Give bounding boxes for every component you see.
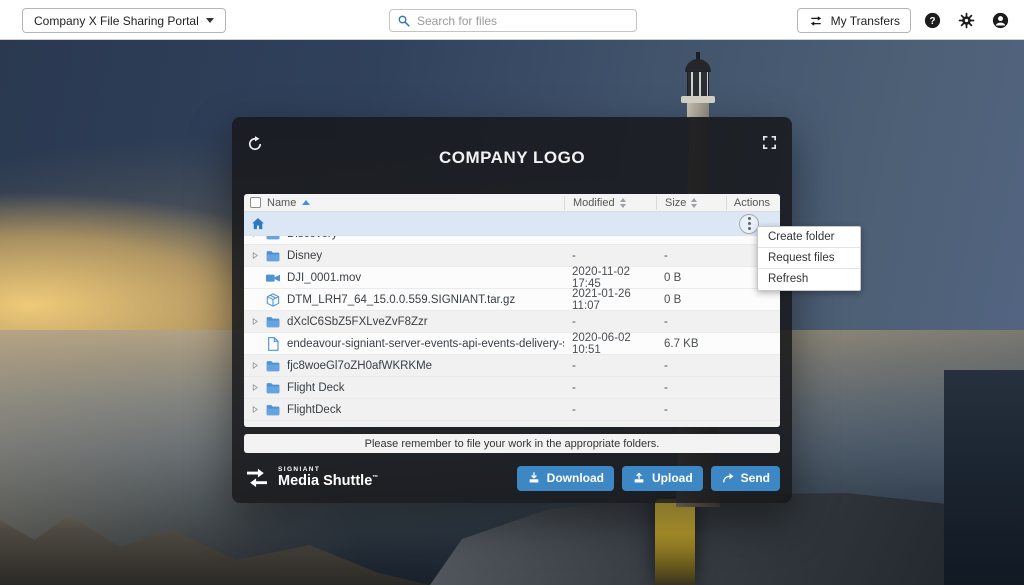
column-name[interactable]: Name [267,197,296,209]
download-button[interactable]: Download [517,466,614,491]
company-logo-title: COMPANY LOGO [244,117,780,168]
portal-panel: COMPANY LOGO Name Modified Size Actions [232,117,792,503]
folder-icon [265,402,281,418]
menu-item-refresh[interactable]: Refresh [758,269,860,290]
top-bar: Company X File Sharing Portal My Transfe… [0,0,1024,40]
download-icon [527,471,541,485]
folder-icon [265,314,281,330]
video-file-icon [265,270,281,286]
upload-button[interactable]: Upload [622,466,703,491]
table-row[interactable] [244,421,780,427]
panel-footer: SIGNIANT Media Shuttle™ Download Upload … [244,453,780,503]
file-name: DJI_0001.mov [287,272,361,284]
column-size[interactable]: Size [665,197,686,209]
column-modified[interactable]: Modified [573,197,615,209]
search-bar[interactable] [389,9,637,32]
transfers-arrows-icon [808,14,824,28]
file-name: FlightDeck [287,404,341,416]
expand-caret-icon[interactable] [250,236,259,238]
fullscreen-button[interactable] [761,134,778,151]
file-name: fjc8woeGl7oZH0afWKRKMe [287,360,432,372]
column-actions: Actions [734,197,770,209]
table-row[interactable]: DJI_0001.mov 2020-11-02 17:45 0 B [244,267,780,289]
table-row[interactable]: DTM_LRH7_64_15.0.0.559.SIGNIANT.tar.gz 2… [244,289,780,311]
help-icon [923,11,942,30]
file-name: Disney [287,250,322,262]
file-name: dXclC6SbZ5FXLveZvF8Zzr [287,316,428,328]
table-row[interactable]: Flight Deck - - [244,377,780,399]
media-shuttle-wordmark: Media Shuttle™ [278,474,378,489]
menu-item-create-folder[interactable]: Create folder [758,227,860,248]
sort-icon [691,198,697,208]
file-table: Name Modified Size Actions [244,194,780,427]
search-icon [397,14,411,28]
folder-icon [265,236,281,242]
menu-item-request-files[interactable]: Request files [758,248,860,269]
expand-icon [761,134,778,151]
file-name: endeavour-signiant-server-events-api-eve… [287,338,564,350]
media-shuttle-logo: SIGNIANT Media Shuttle™ [244,466,378,489]
table-row[interactable]: endeavour-signiant-server-events-api-eve… [244,333,780,355]
portal-selector-label: Company X File Sharing Portal [34,14,199,28]
panel-header: COMPANY LOGO [244,117,780,194]
expand-caret-icon[interactable] [250,405,259,414]
table-row[interactable]: fjc8woeGl7oZH0afWKRKMe - - [244,355,780,377]
account-button[interactable] [991,11,1010,30]
select-all-checkbox[interactable] [250,197,261,208]
folder-icon [265,380,281,396]
my-transfers-label: My Transfers [831,14,900,28]
file-name: Discovery [287,236,337,240]
sort-icon [620,198,626,208]
file-name: DTM_LRH7_64_15.0.0.559.SIGNIANT.tar.gz [287,294,515,306]
document-file-icon [265,336,281,352]
portal-notice: Please remember to file your work in the… [244,434,780,453]
folder-icon [265,358,281,374]
expand-caret-icon[interactable] [250,383,259,392]
send-button[interactable]: Send [711,466,780,491]
table-row[interactable]: dXclC6SbZ5FXLveZvF8Zzr - - [244,311,780,333]
refresh-button[interactable] [246,135,264,153]
table-header: Name Modified Size Actions [244,194,780,212]
send-icon [721,471,735,485]
user-icon [991,11,1010,30]
table-row[interactable]: Disney - - [244,245,780,267]
portal-selector[interactable]: Company X File Sharing Portal [22,8,226,33]
archive-file-icon [265,292,281,308]
home-row[interactable] [244,212,780,236]
expand-caret-icon[interactable] [250,317,259,326]
pier-bollard [655,499,695,585]
expand-caret-icon[interactable] [250,361,259,370]
settings-button[interactable] [957,11,976,30]
folder-icon [265,248,281,264]
my-transfers-button[interactable]: My Transfers [797,8,911,33]
refresh-icon [246,135,264,153]
upload-icon [632,471,646,485]
folder-icon [265,424,281,428]
table-row[interactable]: FlightDeck - - [244,399,780,421]
help-button[interactable] [923,11,942,30]
actions-kebab-button[interactable] [739,214,759,234]
actions-context-menu: Create folder Request files Refresh [757,226,861,291]
chevron-down-icon [206,18,214,23]
expand-caret-icon[interactable] [250,251,259,260]
shuttle-arrows-icon [244,468,270,488]
file-name: Flight Deck [287,382,345,394]
gear-icon [957,11,976,30]
search-input[interactable] [417,14,629,28]
file-list: Discovery - - Disney - - [244,236,780,427]
background-water [944,370,1024,585]
table-row[interactable]: Discovery - - [244,236,780,245]
home-icon[interactable] [250,216,266,232]
sort-asc-icon [302,200,310,205]
